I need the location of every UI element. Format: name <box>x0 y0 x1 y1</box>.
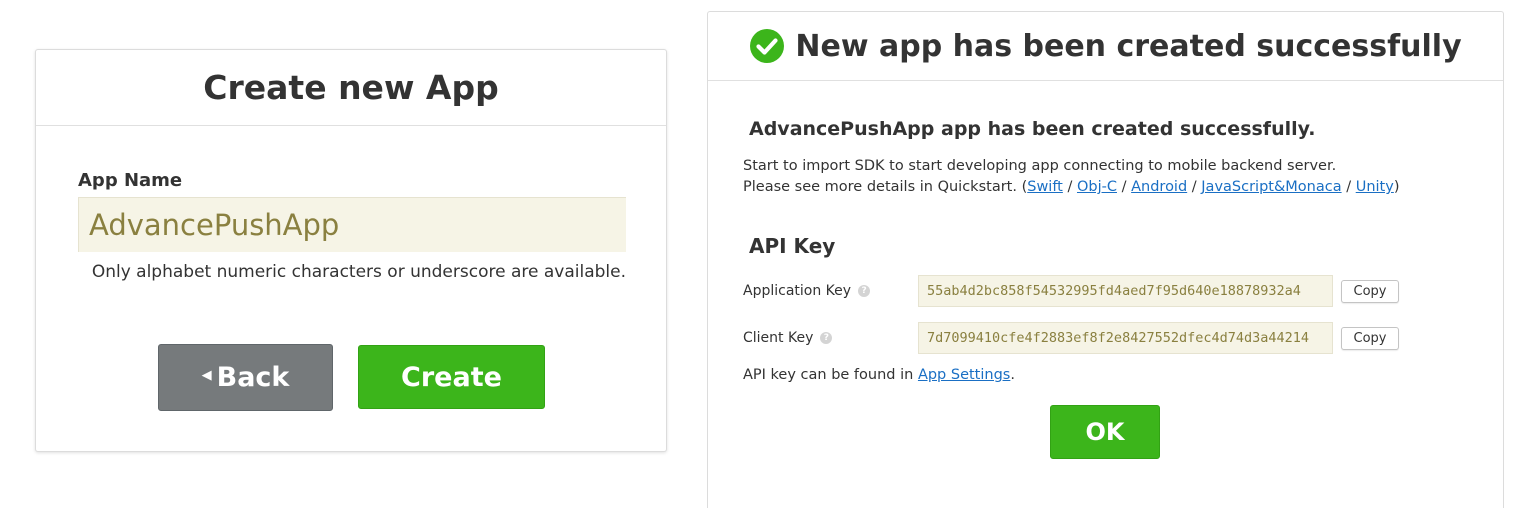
quickstart-prefix: Please see more details in Quickstart. ( <box>743 179 1028 195</box>
application-key-label-text: Application Key <box>743 283 852 299</box>
copy-client-key-button[interactable]: Copy <box>1341 326 1399 350</box>
sdk-description-line2: Please see more details in Quickstart. (… <box>743 177 1399 198</box>
caret-left-icon: ◀ <box>201 368 212 383</box>
help-icon[interactable]: ? <box>820 332 833 344</box>
success-title: New app has been created successfully <box>795 28 1462 64</box>
quickstart-suffix: ) <box>1393 179 1400 195</box>
success-header: New app has been created successfully <box>708 12 1503 81</box>
create-app-header: Create new App <box>36 50 666 126</box>
client-key-field[interactable]: 7d7099410cfe4f2883ef8f2e8427552dfec4d74d… <box>918 322 1333 354</box>
api-key-note-prefix: API key can be found in <box>743 367 918 383</box>
back-button[interactable]: ◀ Back <box>158 344 333 411</box>
client-key-row: Client Key ? 7d7099410cfe4f2883ef8f2e842… <box>743 322 1399 354</box>
app-created-dialog: New app has been created successfully Ad… <box>707 11 1504 508</box>
create-button-label: Create <box>401 361 502 393</box>
sdk-description-line1: Start to import SDK to start developing … <box>743 158 1337 174</box>
quickstart-link-android[interactable]: Android <box>1131 179 1187 195</box>
sdk-description: Start to import SDK to start developing … <box>743 156 1399 198</box>
link-separator: / <box>1346 179 1352 195</box>
application-key-field[interactable]: 55ab4d2bc858f54532995fd4aed7f95d640e1887… <box>918 275 1333 307</box>
copy-application-key-button[interactable]: Copy <box>1341 279 1399 303</box>
create-button[interactable]: Create <box>358 345 545 409</box>
link-separator: / <box>1191 179 1197 195</box>
client-key-label: Client Key ? <box>743 330 918 346</box>
link-separator: / <box>1067 179 1073 195</box>
app-created-message: AdvancePushApp app has been created succ… <box>749 118 1316 140</box>
application-key-label: Application Key ? <box>743 283 918 299</box>
link-separator: / <box>1121 179 1127 195</box>
api-key-note: API key can be found in App Settings. <box>743 367 1015 383</box>
back-button-label: Back <box>216 362 290 393</box>
quickstart-link-objc[interactable]: Obj-C <box>1077 179 1117 195</box>
api-key-note-suffix: . <box>1010 367 1015 383</box>
ok-button-label: OK <box>1085 418 1125 446</box>
help-icon[interactable]: ? <box>858 285 871 297</box>
app-name-label: App Name <box>78 170 183 191</box>
quickstart-link-unity[interactable]: Unity <box>1356 179 1394 195</box>
api-key-heading: API Key <box>749 234 836 258</box>
ok-button[interactable]: OK <box>1050 405 1160 459</box>
app-settings-link[interactable]: App Settings <box>918 367 1010 383</box>
create-app-title: Create new App <box>203 68 499 107</box>
application-key-row: Application Key ? 55ab4d2bc858f54532995f… <box>743 275 1399 307</box>
create-app-dialog: Create new App App Name Only alphabet nu… <box>35 49 667 452</box>
app-name-hint: Only alphabet numeric characters or unde… <box>91 262 626 282</box>
check-circle-icon <box>750 29 785 63</box>
quickstart-link-swift[interactable]: Swift <box>1027 179 1063 195</box>
quickstart-link-javascript-monaca[interactable]: JavaScript&Monaca <box>1201 179 1341 195</box>
client-key-label-text: Client Key <box>743 330 814 346</box>
app-name-input[interactable] <box>78 197 626 252</box>
